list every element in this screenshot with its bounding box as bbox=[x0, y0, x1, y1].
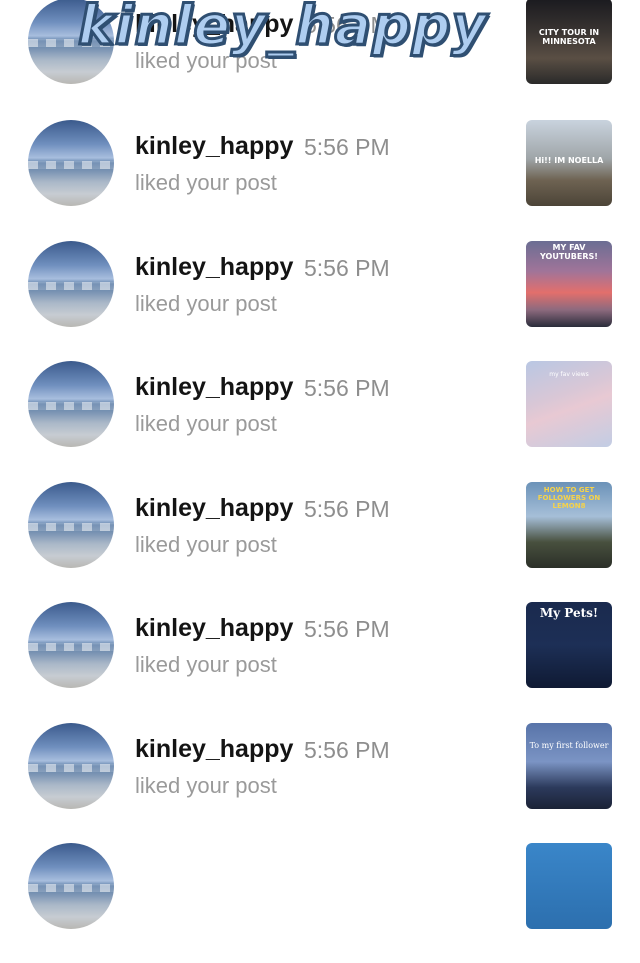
thumbnail-caption: My Pets! bbox=[539, 606, 599, 620]
notification-action: liked your post bbox=[135, 291, 277, 316]
notification-time: 5:56 PM bbox=[304, 375, 390, 401]
notification-username[interactable]: kinley_happy bbox=[135, 614, 293, 643]
notification-username[interactable]: kinley_happy bbox=[135, 494, 293, 523]
avatar[interactable] bbox=[28, 723, 114, 809]
post-thumbnail[interactable]: My Pets! bbox=[526, 602, 612, 688]
notification-row[interactable]: kinley_happy 5:56 PM liked your post my … bbox=[0, 361, 640, 481]
avatar[interactable] bbox=[28, 482, 114, 568]
avatar[interactable] bbox=[28, 361, 114, 447]
post-thumbnail[interactable]: my fav views bbox=[526, 361, 612, 447]
avatar[interactable] bbox=[28, 120, 114, 206]
thumbnail-caption: MY FAV YOUTUBERS! bbox=[540, 243, 598, 261]
notification-action: liked your post bbox=[135, 532, 277, 557]
notification-username[interactable]: kinley_happy bbox=[135, 735, 293, 764]
notification-row[interactable]: kinley_happy 5:56 PM liked your post My … bbox=[0, 602, 640, 722]
avatar[interactable] bbox=[28, 241, 114, 327]
overlay-username-sticker: kinley_happy bbox=[77, 0, 489, 59]
thumbnail-caption: Hi!! IM NOELLA bbox=[534, 156, 604, 165]
notification-row[interactable]: kinley_happy 5:56 PM liked your post HOW… bbox=[0, 482, 640, 602]
thumbnail-caption: my fav views bbox=[549, 371, 589, 378]
notification-time: 5:56 PM bbox=[304, 255, 390, 281]
notification-action: liked your post bbox=[135, 170, 277, 195]
post-thumbnail[interactable] bbox=[526, 843, 612, 929]
notification-row[interactable]: kinley_happy 5:56 PM liked your post To … bbox=[0, 723, 640, 843]
notification-username[interactable]: kinley_happy bbox=[135, 253, 293, 282]
notification-action: liked your post bbox=[135, 652, 277, 677]
avatar[interactable] bbox=[28, 843, 114, 929]
avatar[interactable] bbox=[28, 602, 114, 688]
notification-time: 5:56 PM bbox=[304, 737, 390, 763]
notification-time: 5:56 PM bbox=[304, 134, 390, 160]
post-thumbnail[interactable]: To my first follower bbox=[526, 723, 612, 809]
notification-username[interactable]: kinley_happy bbox=[135, 132, 293, 161]
post-thumbnail[interactable]: MY FAV YOUTUBERS! bbox=[526, 241, 612, 327]
notification-row[interactable]: kinley_happy 5:56 PM liked your post MY … bbox=[0, 241, 640, 361]
post-thumbnail[interactable]: CITY TOUR IN MINNESOTA bbox=[526, 0, 612, 84]
notification-action: liked your post bbox=[135, 411, 277, 436]
notification-row[interactable]: kinley_happy 5:56 PM liked your post Hi!… bbox=[0, 120, 640, 240]
thumbnail-caption: To my first follower bbox=[529, 741, 609, 750]
post-thumbnail[interactable]: HOW TO GET FOLLOWERS ON LEMON8 bbox=[526, 482, 612, 568]
notification-time: 5:56 PM bbox=[304, 496, 390, 522]
notification-time: 5:56 PM bbox=[304, 616, 390, 642]
notification-row-partial[interactable] bbox=[0, 843, 640, 963]
post-thumbnail[interactable]: Hi!! IM NOELLA bbox=[526, 120, 612, 206]
thumbnail-caption: CITY TOUR IN MINNESOTA bbox=[538, 28, 600, 46]
notification-username[interactable]: kinley_happy bbox=[135, 373, 293, 402]
notification-action: liked your post bbox=[135, 773, 277, 798]
thumbnail-caption: HOW TO GET FOLLOWERS ON LEMON8 bbox=[537, 486, 601, 510]
